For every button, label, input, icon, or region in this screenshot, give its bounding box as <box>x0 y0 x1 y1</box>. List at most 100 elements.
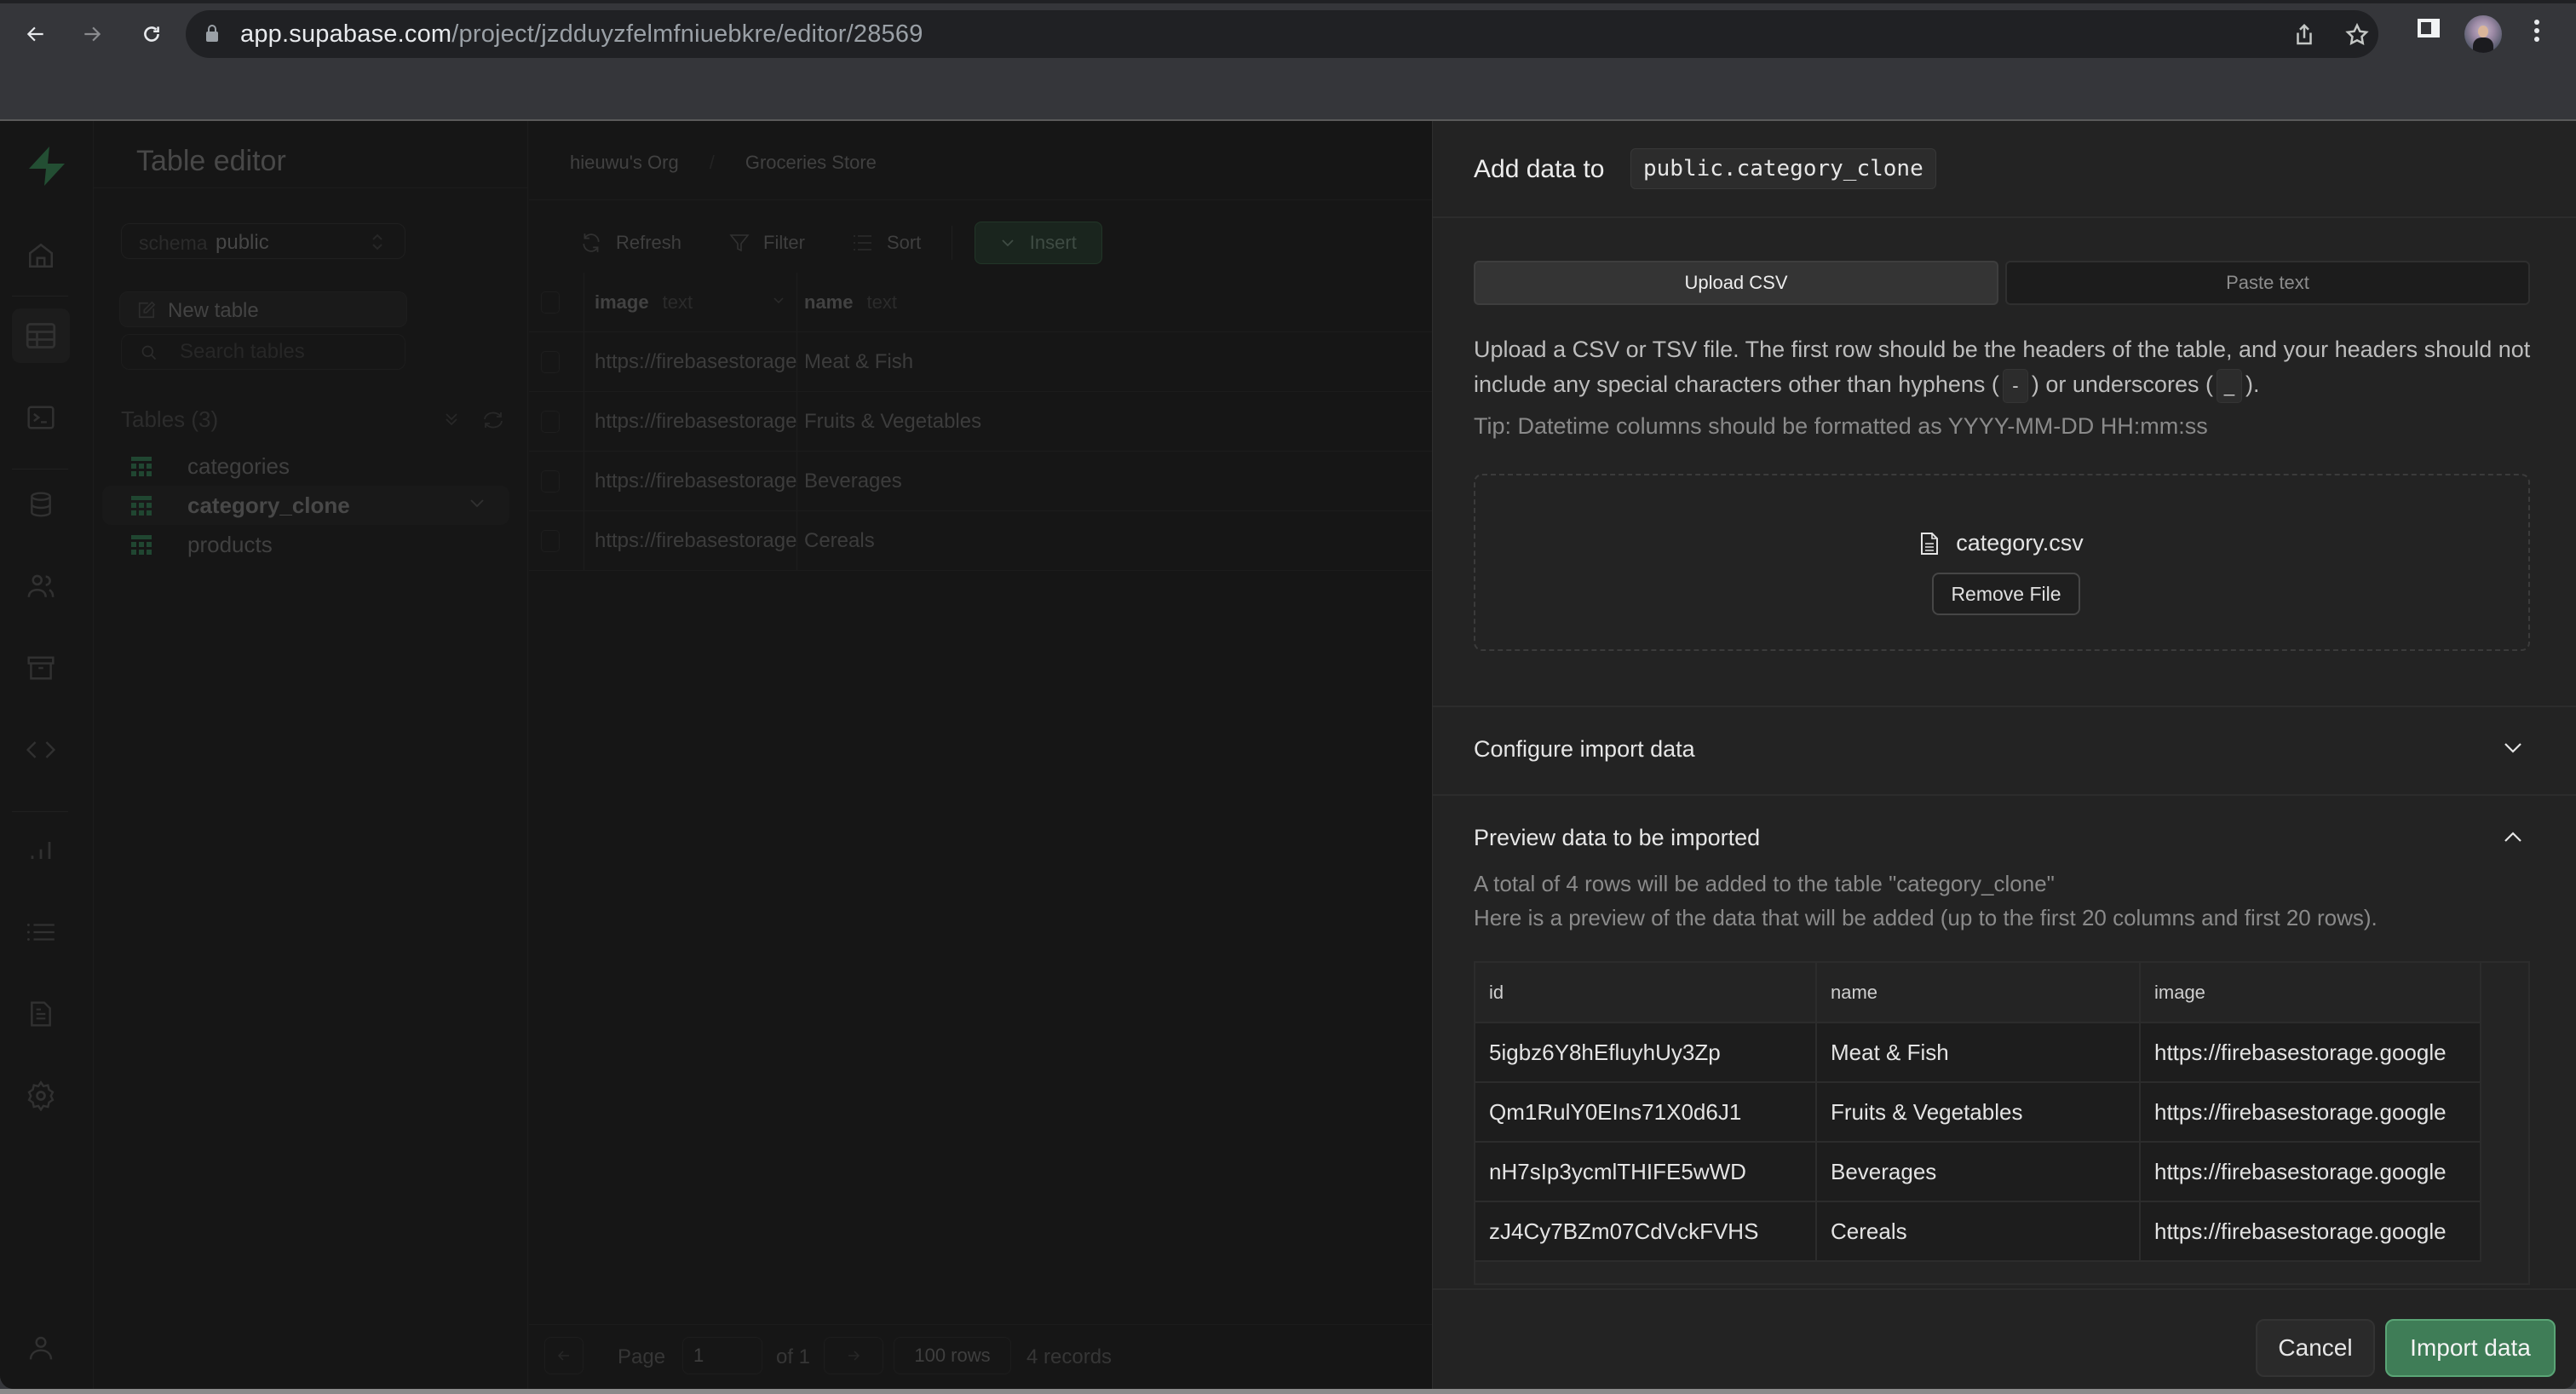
file-dropzone[interactable]: category.csv Remove File <box>1474 474 2530 651</box>
divider <box>529 199 1432 200</box>
new-table-button[interactable]: New table <box>119 291 407 327</box>
rail-table-editor[interactable] <box>12 308 70 363</box>
page-number-input[interactable]: 1 <box>682 1337 762 1374</box>
rail-account[interactable] <box>12 1321 70 1375</box>
back-button[interactable] <box>17 17 55 51</box>
search-tables-field[interactable] <box>121 334 405 370</box>
preview-table[interactable]: id name image 5igbz6Y8hEfluyhUy3Zp Meat … <box>1474 961 2530 1285</box>
sort-list-icon <box>853 235 871 251</box>
row-checkbox[interactable] <box>541 351 560 373</box>
tables-actions <box>443 411 504 429</box>
table-grid-icon <box>131 535 152 555</box>
list-icon <box>26 924 55 941</box>
table-row[interactable]: https://firebasestorage.googleapis.com/v… <box>529 511 1432 571</box>
cell-image[interactable]: https://firebasestorage.googleapis.com/v <box>584 332 796 391</box>
chevron-down-icon[interactable] <box>773 297 785 305</box>
preview-column-header: id <box>1475 963 1817 1023</box>
table-row[interactable]: https://firebasestorage.googleapis.com/v… <box>529 392 1432 452</box>
preview-cell: https://firebasestorage.google <box>2140 1142 2481 1202</box>
sidebar-table-products[interactable]: products <box>102 525 509 564</box>
bookmark-star-icon[interactable] <box>2344 22 2370 48</box>
cell-image[interactable]: https://firebasestorage.googleapis.com/v <box>584 511 796 570</box>
sort-button[interactable]: Sort <box>853 232 921 254</box>
rail-logs[interactable] <box>12 905 70 959</box>
prev-page-button[interactable] <box>544 1337 584 1374</box>
url-text[interactable]: app.supabase.com/project/jzdduyzfelmfniu… <box>240 20 923 49</box>
remove-file-button[interactable]: Remove File <box>1932 573 2080 615</box>
tab-upload-csv[interactable]: Upload CSV <box>1474 261 1998 305</box>
more-menu-icon[interactable] <box>2532 15 2542 49</box>
sidebar-table-category-clone[interactable]: category_clone <box>102 486 509 525</box>
rail-api-docs[interactable] <box>12 987 70 1041</box>
rail-reports[interactable] <box>12 823 70 878</box>
row-checkbox[interactable] <box>541 530 560 552</box>
archive-icon <box>27 656 55 680</box>
rail-edge-functions[interactable] <box>12 723 70 777</box>
profile-avatar[interactable] <box>2464 15 2502 53</box>
lock-icon <box>206 25 218 42</box>
rail-home[interactable] <box>12 228 70 283</box>
row-checkbox[interactable] <box>541 411 560 433</box>
tab-paste-text[interactable]: Paste text <box>2005 261 2530 305</box>
supabase-logo-icon[interactable] <box>26 145 68 187</box>
refresh-button[interactable]: Refresh <box>580 232 681 254</box>
reload-button[interactable] <box>133 17 170 51</box>
rail-database[interactable] <box>12 477 70 532</box>
preview-table-grid: id name image 5igbz6Y8hEfluyhUy3Zp Meat … <box>1475 963 2481 1262</box>
rail-settings[interactable] <box>12 1069 70 1123</box>
configure-import-heading[interactable]: Configure import data <box>1474 736 1695 763</box>
collapse-all-icon[interactable] <box>443 411 460 428</box>
gear-icon <box>27 1080 55 1111</box>
datetime-tip: Tip: Datetime columns should be formatte… <box>1474 413 2208 439</box>
chevron-down-icon[interactable] <box>2503 741 2523 755</box>
import-data-button[interactable]: Import data <box>2385 1319 2556 1377</box>
column-name: image <box>595 291 649 313</box>
sidebar-title: Table editor <box>136 145 286 177</box>
chevron-up-icon[interactable] <box>2503 830 2523 844</box>
rail-authentication[interactable] <box>12 559 70 613</box>
search-tables-input[interactable] <box>180 340 384 364</box>
forward-button[interactable] <box>73 17 111 51</box>
chevron-down-icon <box>1002 239 1014 247</box>
share-icon[interactable] <box>2291 22 2317 48</box>
breadcrumb-org[interactable]: hieuwu's Org <box>570 152 679 174</box>
preview-cell: https://firebasestorage.google <box>2140 1201 2481 1262</box>
schema-select[interactable]: schema public <box>121 223 405 259</box>
cell-image[interactable]: https://firebasestorage.googleapis.com/v <box>584 392 796 451</box>
configure-import-section[interactable]: Configure import data <box>1433 706 2576 794</box>
row-checkbox[interactable] <box>541 470 560 493</box>
rows-per-page-select[interactable]: 100 rows <box>894 1337 1011 1374</box>
table-grid-icon <box>131 496 152 516</box>
cancel-button[interactable]: Cancel <box>2256 1319 2375 1377</box>
address-bar[interactable]: app.supabase.com/project/jzdduyzfelmfniu… <box>186 10 2378 58</box>
cell-name[interactable]: Beverages <box>796 452 1432 510</box>
refresh-icon <box>583 233 600 252</box>
table-row[interactable]: https://firebasestorage.googleapis.com/v… <box>529 332 1432 392</box>
cell-name[interactable]: Meat & Fish <box>796 332 1432 391</box>
refresh-tables-icon[interactable] <box>482 411 504 429</box>
sidebar-table-categories[interactable]: categories <box>102 446 509 486</box>
table-row[interactable]: https://firebasestorage.googleapis.com/v… <box>529 452 1432 511</box>
filter-button[interactable]: Filter <box>729 232 805 254</box>
select-all-checkbox[interactable] <box>541 291 560 314</box>
column-header-image[interactable]: image text <box>584 273 796 331</box>
chevron-down-icon[interactable] <box>469 498 486 510</box>
next-page-button[interactable] <box>824 1337 883 1374</box>
preview-heading[interactable]: Preview data to be imported <box>1474 825 1760 851</box>
breadcrumb-separator: / <box>709 152 715 173</box>
rail-sql-editor[interactable] <box>12 390 70 445</box>
instructions-text: ) or underscores ( <box>2031 372 2213 397</box>
cell-name[interactable]: Fruits & Vegetables <box>796 392 1432 451</box>
new-table-label: New table <box>168 299 259 322</box>
table-name: categories <box>187 453 290 479</box>
cell-image[interactable]: https://firebasestorage.googleapis.com/v <box>584 452 796 510</box>
cell-name[interactable]: Cereals <box>796 511 1432 570</box>
column-header-name[interactable]: name text <box>796 273 1432 331</box>
breadcrumb-project[interactable]: Groceries Store <box>745 152 877 174</box>
preview-row: 5igbz6Y8hEfluyhUy3Zp Meat & Fish https:/… <box>1475 1022 2481 1083</box>
bar-chart-icon <box>31 842 51 859</box>
rail-storage[interactable] <box>12 641 70 695</box>
insert-button[interactable]: Insert <box>975 222 1103 264</box>
preview-cell: zJ4Cy7BZm07CdVckFVHS <box>1475 1201 1817 1262</box>
side-panel-icon[interactable] <box>2416 15 2441 41</box>
